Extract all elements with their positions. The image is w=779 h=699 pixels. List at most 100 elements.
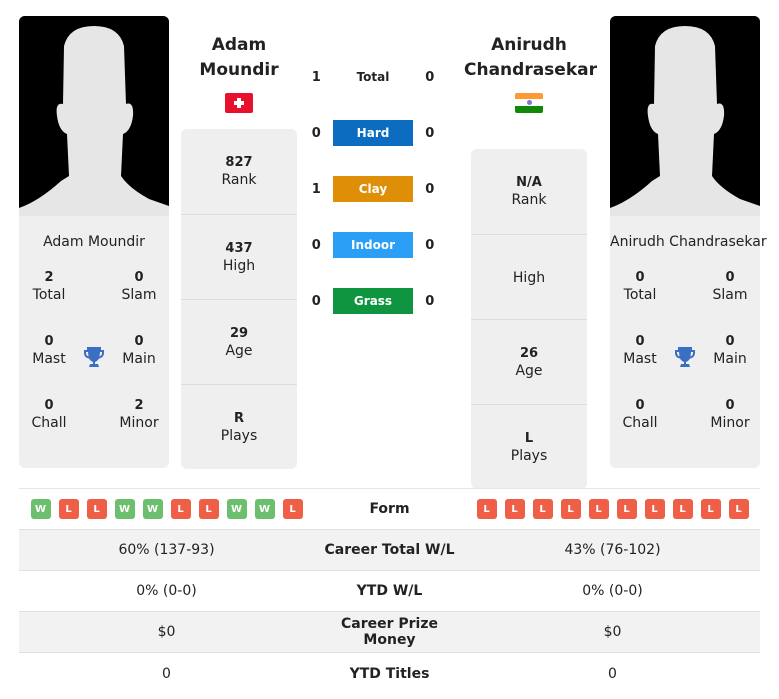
form-badge-loss[interactable]: L (588, 499, 609, 519)
silhouette-icon (19, 16, 169, 216)
player2-titles-card: Anirudh Chandrasekar 0 Total 0 Slam 0 Mast … (610, 216, 767, 468)
p2-total-titles: 0 (635, 270, 645, 285)
form-badge-win[interactable]: W (254, 499, 275, 519)
h2h-p1-hard: 0 (311, 125, 321, 141)
form-badge-loss[interactable]: L (476, 499, 497, 519)
p1-main-titles: 0 (134, 334, 144, 349)
h2h-p1-total: 1 (311, 69, 321, 85)
p1-high-label: High (222, 257, 256, 274)
p1-prize-money: $0 (157, 624, 176, 640)
p1-chall-titles: 0 (44, 398, 54, 413)
p2-slam-titles: 0 (725, 270, 735, 285)
surface-badge-indoor: Indoor (332, 232, 414, 258)
form-badge-loss[interactable]: L (504, 499, 525, 519)
player2-form: LLLLLLLLLL (465, 499, 760, 519)
p1-minor-label: Minor (119, 415, 159, 431)
player2-info-card: N/A Rank High 26 Age L Plays (471, 149, 587, 489)
p2-prize-money: $0 (603, 624, 622, 640)
player2-full-name[interactable]: Anirudh Chandrasekar (610, 216, 767, 270)
player2-name[interactable]: Anirudh Chandrasekar (464, 33, 597, 83)
h2h-p2-hard: 0 (425, 125, 435, 141)
form-badge-loss[interactable]: L (560, 499, 581, 519)
india-flag-icon (515, 93, 543, 113)
h2h-row-clay: 1 Clay 0 (308, 176, 438, 202)
p2-minor-label: Minor (710, 415, 750, 431)
surface-badge-hard: Hard (332, 120, 414, 146)
silhouette-icon (610, 16, 760, 216)
ytd-wl-label: YTD W/L (356, 583, 423, 599)
career-wl-row: 60% (137-93) Career Total W/L 43% (76-10… (19, 530, 760, 571)
p2-rank-label: Rank (511, 192, 547, 208)
h2h-row-hard: 0 Hard 0 (308, 120, 438, 146)
p1-plays: R (233, 410, 244, 426)
p1-slam-titles: 0 (134, 270, 144, 285)
h2h-row-total: 1 Total 0 (308, 64, 438, 90)
p1-ytd-wl: 0% (0-0) (136, 583, 197, 599)
form-badge-loss[interactable]: L (728, 499, 749, 519)
h2h-row-grass: 0 Grass 0 (308, 288, 438, 314)
p1-high: 437 (225, 240, 253, 256)
form-badge-loss[interactable]: L (170, 499, 191, 519)
p1-career-wl: 60% (137-93) (118, 542, 215, 558)
ytd-titles-row: 0 YTD Titles 0 (19, 653, 760, 694)
p2-plays-label: Plays (510, 447, 548, 464)
player1-full-name[interactable]: Adam Moundir (19, 216, 169, 270)
surface-badge-grass: Grass (332, 288, 414, 314)
form-badge-loss[interactable]: L (282, 499, 303, 519)
career-wl-label: Career Total W/L (324, 542, 455, 558)
surface-badge-clay: Clay (332, 176, 414, 202)
comparison-table: WLLWWLLWWL Form LLLLLLLLLL 60% (137-93) … (19, 488, 760, 694)
form-badge-loss[interactable]: L (532, 499, 553, 519)
player1-first-name: Adam (211, 35, 267, 55)
p2-ytd-titles: 0 (608, 665, 617, 682)
player1-header: Adam Moundir (181, 33, 297, 113)
player2-last-name: Chandrasekar (464, 60, 597, 80)
h2h-p2-total: 0 (425, 69, 435, 85)
p1-age: 29 (229, 325, 249, 341)
form-row: WLLWWLLWWL Form LLLLLLLLLL (19, 489, 760, 530)
p1-main-label: Main (122, 351, 156, 367)
p1-chall-label: Chall (31, 415, 67, 431)
player1-photo (19, 16, 169, 216)
p1-ytd-titles: 0 (162, 665, 171, 682)
player1-name[interactable]: Adam Moundir (181, 33, 297, 83)
h2h-p1-clay: 1 (311, 181, 321, 197)
ytd-titles-label: YTD Titles (349, 665, 430, 682)
p2-age: 26 (519, 345, 539, 361)
player2-header: Anirudh Chandrasekar (464, 33, 597, 113)
p1-total-titles: 2 (44, 270, 54, 285)
h2h-label-total: Total (356, 70, 390, 84)
form-badge-loss[interactable]: L (58, 499, 79, 519)
trophy-icon (670, 334, 700, 398)
form-badge-loss[interactable]: L (644, 499, 665, 519)
p2-age-label: Age (515, 362, 543, 379)
form-badge-loss[interactable]: L (672, 499, 693, 519)
p1-plays-label: Plays (220, 427, 258, 444)
form-badge-win[interactable]: W (142, 499, 163, 519)
prize-money-row: $0 Career Prize Money $0 (19, 612, 760, 653)
form-badge-loss[interactable]: L (198, 499, 219, 519)
h2h-p2-indoor: 0 (425, 237, 435, 253)
form-badge-loss[interactable]: L (700, 499, 721, 519)
p2-high-label: High (512, 270, 546, 286)
p2-main-titles: 0 (725, 334, 735, 349)
player1-form: WLLWWLLWWL (19, 499, 314, 519)
p2-career-wl: 43% (76-102) (564, 542, 661, 558)
player2-photo (610, 16, 760, 216)
form-badge-win[interactable]: W (30, 499, 51, 519)
p2-plays: L (524, 430, 534, 446)
form-badge-win[interactable]: W (226, 499, 247, 519)
player2-first-name: Anirudh (491, 35, 567, 55)
p2-minor-titles: 0 (725, 398, 735, 413)
p2-ytd-wl: 0% (0-0) (582, 583, 643, 599)
form-badge-win[interactable]: W (114, 499, 135, 519)
player1-info-card: 827 Rank 437 High 29 Age R Plays (181, 129, 297, 469)
h2h-surface-table: 1 Total 0 0 Hard 0 1 Clay 0 0 Indoor 0 0… (308, 64, 438, 344)
form-badge-loss[interactable]: L (86, 499, 107, 519)
ytd-wl-row: 0% (0-0) YTD W/L 0% (0-0) (19, 571, 760, 612)
p2-mast-label: Mast (623, 351, 657, 367)
switzerland-flag-icon (225, 93, 253, 113)
form-badge-loss[interactable]: L (616, 499, 637, 519)
p2-chall-titles: 0 (635, 398, 645, 413)
trophy-icon (79, 334, 109, 398)
